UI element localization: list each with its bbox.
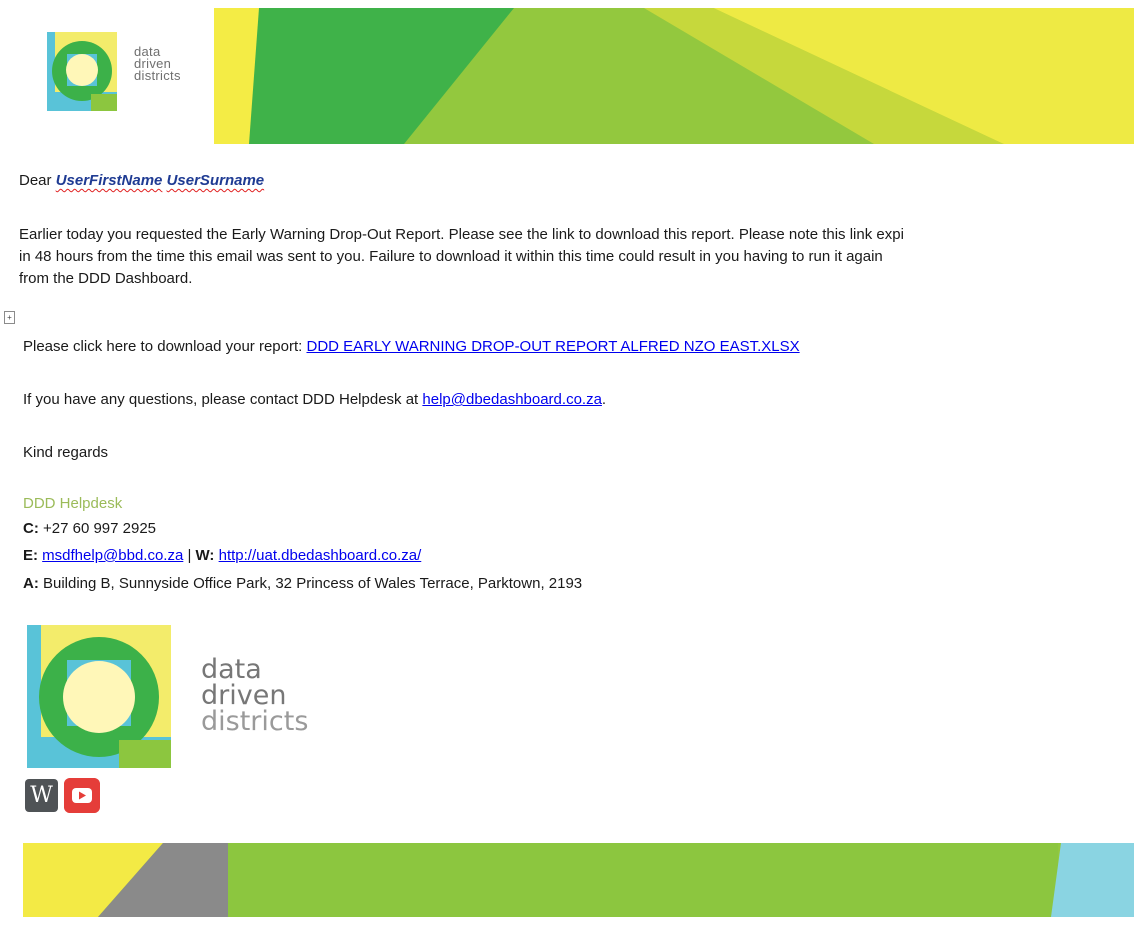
ddd-logo-large-icon xyxy=(27,625,171,768)
signature-name: DDD Helpdesk xyxy=(23,495,123,512)
phone-label: C: xyxy=(23,520,39,537)
questions-suffix: . xyxy=(601,391,607,408)
report-download-link[interactable]: DDD EARLY WARNING DROP-OUT REPORT ALFRED… xyxy=(306,338,799,355)
surname-field: UserSurname xyxy=(166,172,265,189)
questions-line: If you have any questions, please contac… xyxy=(23,389,606,411)
greeting-prefix: Dear xyxy=(19,172,56,189)
email-label: E: xyxy=(23,547,38,564)
intro-line-1: Earlier today you requested the Early Wa… xyxy=(19,226,904,243)
youtube-icon[interactable] xyxy=(64,778,100,813)
phone-number: +27 60 997 2925 xyxy=(38,520,157,537)
download-prefix: Please click here to download your repor… xyxy=(23,338,307,355)
address-text: Building B, Sunnyside Office Park, 32 Pr… xyxy=(38,575,583,592)
wikipedia-icon[interactable]: W xyxy=(25,779,58,812)
website-label: W: xyxy=(195,547,215,564)
helpdesk-email-link[interactable]: help@dbedashboard.co.za xyxy=(422,391,602,408)
signature-email-link[interactable]: msdfhelp@bbd.co.za xyxy=(42,547,183,564)
closing: Kind regards xyxy=(23,444,109,461)
logo-large-word-districts: districts xyxy=(201,706,309,737)
signature-phone: C: +27 60 997 2925 xyxy=(23,520,156,537)
table-anchor-icon[interactable]: + xyxy=(4,311,15,324)
separator: | xyxy=(183,547,196,564)
questions-prefix: If you have any questions, please contac… xyxy=(23,391,423,408)
logo-word-districts: districts xyxy=(134,68,181,83)
address-label: A: xyxy=(23,575,39,592)
logo-wordmark: data driven districts xyxy=(134,45,181,83)
signature-contact: E: msdfhelp@bbd.co.za | W: http://uat.db… xyxy=(23,547,421,564)
intro-paragraph: Earlier today you requested the Early Wa… xyxy=(19,224,1134,290)
footer-banner xyxy=(23,843,1134,917)
signature-address: A: Building B, Sunnyside Office Park, 32… xyxy=(23,575,582,592)
intro-line-3: from the DDD Dashboard. xyxy=(19,270,193,287)
header-banner xyxy=(14,8,1134,144)
signature-website-link[interactable]: http://uat.dbedashboard.co.za/ xyxy=(219,547,422,564)
ddd-logo-icon xyxy=(47,32,117,111)
intro-line-2: in 48 hours from the time this email was… xyxy=(19,248,883,265)
download-line: Please click here to download your repor… xyxy=(23,336,800,358)
logo-large-wordmark: data driven districts xyxy=(201,656,309,737)
greeting: Dear UserFirstName UserSurname xyxy=(19,170,264,192)
first-name-field: UserFirstName xyxy=(55,172,163,189)
